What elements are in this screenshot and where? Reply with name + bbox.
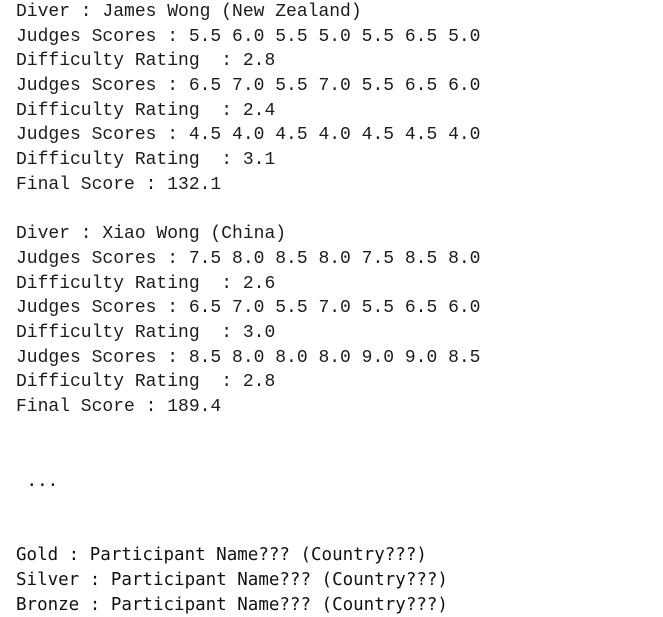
console-output: Diver : James Wong (New Zealand) Judges … [0, 0, 663, 617]
bronze-result-line: Bronze : Participant Name??? (Country???… [16, 594, 448, 615]
diver-line: Diver : Xiao Wong (China) [16, 224, 287, 245]
gold-result-line: Gold : Participant Name??? (Country???) [16, 545, 427, 566]
judges-scores-line: Judges Scores : 7.5 8.0 8.5 8.0 7.5 8.5 … [16, 248, 481, 269]
judges-scores-line: Judges Scores : 4.5 4.0 4.5 4.0 4.5 4.5 … [16, 125, 481, 146]
diver-line: Diver : James Wong (New Zealand) [16, 2, 362, 22]
judges-scores-line: Judges Scores : 8.5 8.0 8.0 8.0 9.0 9.0 … [16, 347, 481, 368]
diver-block: Diver : James Wong (New Zealand) Judges … [0, 0, 663, 198]
results-block: Gold : Participant Name??? (Country???) … [0, 543, 663, 617]
judges-scores-line: Judges Scores : 6.5 7.0 5.5 7.0 5.5 6.5 … [16, 76, 481, 97]
difficulty-rating-line: Difficulty Rating : 2.6 [16, 273, 276, 294]
difficulty-rating-line: Difficulty Rating : 2.8 [16, 372, 276, 393]
blank-lines [0, 494, 663, 543]
final-score-line: Final Score : 132.1 [16, 174, 222, 195]
difficulty-rating-line: Difficulty Rating : 2.4 [16, 100, 276, 121]
difficulty-rating-line: Difficulty Rating : 2.8 [16, 51, 276, 72]
ellipsis-line: ... [16, 471, 59, 492]
final-score-line: Final Score : 189.4 [16, 397, 222, 417]
blank-lines [0, 420, 663, 469]
diver-block: Diver : Xiao Wong (China) Judges Scores … [0, 222, 663, 420]
ellipsis-block: ... [0, 469, 663, 494]
silver-result-line: Silver : Participant Name??? (Country???… [16, 569, 448, 590]
judges-scores-line: Judges Scores : 5.5 6.0 5.5 5.0 5.5 6.5 … [16, 26, 481, 47]
difficulty-rating-line: Difficulty Rating : 3.0 [16, 322, 276, 343]
judges-scores-line: Judges Scores : 6.5 7.0 5.5 7.0 5.5 6.5 … [16, 298, 481, 319]
difficulty-rating-line: Difficulty Rating : 3.1 [16, 150, 276, 171]
